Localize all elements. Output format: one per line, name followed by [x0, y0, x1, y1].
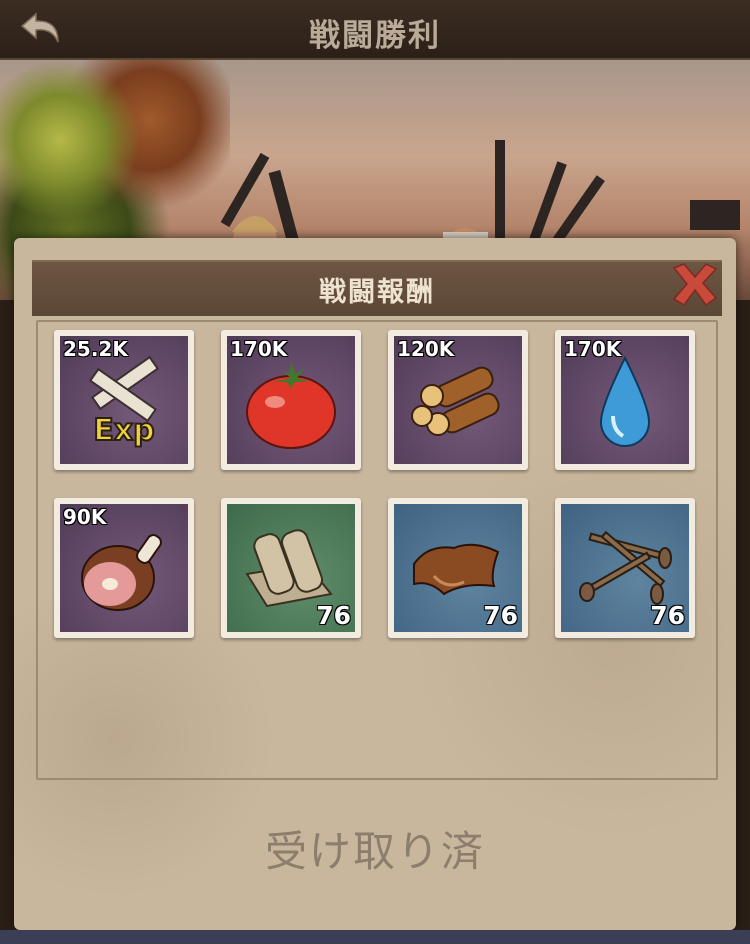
- reward-item-cloth[interactable]: 76: [221, 498, 361, 638]
- reward-slot: 76: [561, 504, 689, 632]
- reward-count: 76: [650, 601, 685, 630]
- claimed-status-label: 受け取り済: [264, 827, 485, 876]
- reward-amount: 90K: [63, 505, 107, 529]
- reward-dialog: 戦闘報酬 Exp 25.2K 170K 120K 170K 90K 76 76 …: [14, 238, 736, 930]
- reward-amount: 170K: [230, 337, 288, 361]
- page-title: 戦闘勝利: [309, 18, 441, 54]
- reward-slot: 170K: [227, 336, 355, 464]
- svg-text:Exp: Exp: [93, 413, 154, 448]
- reward-item-wood[interactable]: 120K: [388, 330, 528, 470]
- dialog-header: 戦闘報酬: [32, 260, 722, 316]
- dialog-title: 戦闘報酬: [319, 277, 435, 308]
- top-bar: 戦闘勝利: [0, 0, 750, 60]
- reward-slot: 120K: [394, 336, 522, 464]
- reward-slot: Exp 25.2K: [60, 336, 188, 464]
- reward-item-food[interactable]: 170K: [221, 330, 361, 470]
- reward-item-water[interactable]: 170K: [555, 330, 695, 470]
- reward-slot: 76: [394, 504, 522, 632]
- reward-slot: 76: [227, 504, 355, 632]
- reward-slot: 170K: [561, 336, 689, 464]
- reward-count: 76: [483, 601, 518, 630]
- reward-item-exp[interactable]: Exp 25.2K: [54, 330, 194, 470]
- reward-slot: 90K: [60, 504, 188, 632]
- reward-item-leather[interactable]: 76: [388, 498, 528, 638]
- reward-amount: 170K: [564, 337, 622, 361]
- reward-count: 76: [316, 601, 351, 630]
- reward-item-meat[interactable]: 90K: [54, 498, 194, 638]
- reward-amount: 120K: [397, 337, 455, 361]
- bottom-strip: [0, 930, 750, 944]
- reward-amount: 25.2K: [63, 337, 128, 361]
- close-x-icon[interactable]: [668, 260, 722, 310]
- reward-item-nails[interactable]: 76: [555, 498, 695, 638]
